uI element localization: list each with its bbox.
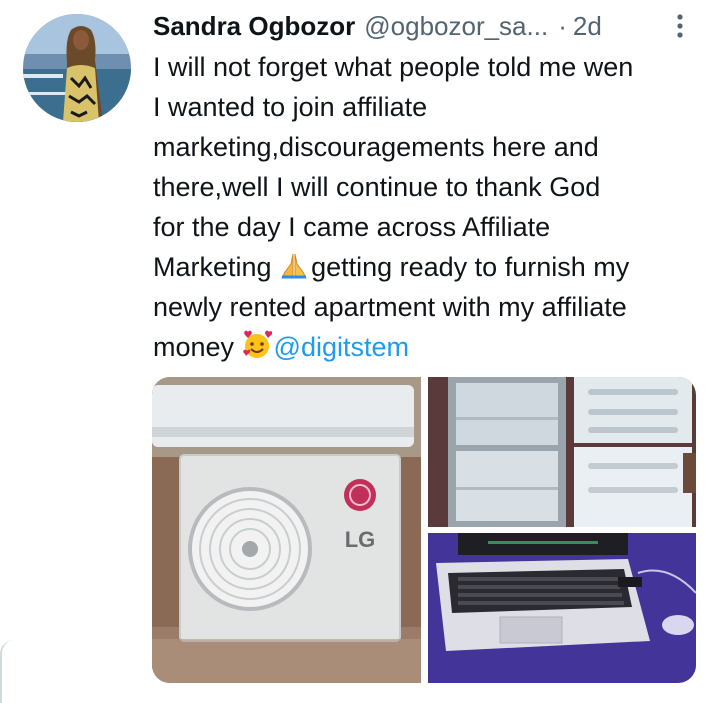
tweet-line: marketing,discouragements here and bbox=[153, 132, 599, 162]
folded-hands-emoji bbox=[281, 253, 307, 279]
tweet-line: I will not forget what people told me we… bbox=[153, 52, 634, 82]
timestamp[interactable]: 2d bbox=[573, 11, 602, 42]
tweet-text-segment: money bbox=[153, 332, 242, 362]
author-handle[interactable]: @ogbozor_sa... bbox=[364, 11, 548, 42]
left-edge-card bbox=[0, 640, 16, 703]
smiling-face-with-hearts-emoji bbox=[242, 330, 272, 358]
photo-refrigerator[interactable] bbox=[428, 377, 696, 527]
photo-laptop[interactable] bbox=[428, 533, 696, 683]
avatar[interactable] bbox=[23, 14, 131, 122]
tweet-header: Sandra Ogbozor @ogbozor_sa... · 2d bbox=[153, 8, 602, 44]
avatar-image bbox=[23, 14, 131, 122]
more-vertical-icon[interactable] bbox=[668, 10, 692, 42]
author-name[interactable]: Sandra Ogbozor bbox=[153, 11, 355, 42]
ac-brand-label: LG bbox=[345, 527, 376, 552]
photo-air-conditioner[interactable]: LG bbox=[152, 377, 421, 683]
tweet-line: money @digitstem bbox=[153, 327, 708, 367]
tweet-text-segment: Marketing bbox=[153, 252, 280, 282]
tweet-text: I will not forget what people told me we… bbox=[153, 47, 708, 367]
separator-dot: · bbox=[558, 10, 567, 41]
tweet-line: for the day I came across Affiliate bbox=[153, 212, 551, 242]
tweet-line: Marketing getting ready to furnish my bbox=[153, 247, 708, 287]
mention-link[interactable]: @digitstem bbox=[274, 332, 409, 362]
tweet-text-segment: getting ready to furnish my bbox=[311, 252, 630, 282]
tweet-line: there,well I will continue to thank God bbox=[153, 172, 601, 202]
media-grid: LG bbox=[152, 377, 696, 683]
tweet-line: newly rented apartment with my affiliate bbox=[153, 292, 627, 322]
tweet-line: I wanted to join affiliate bbox=[153, 92, 428, 122]
